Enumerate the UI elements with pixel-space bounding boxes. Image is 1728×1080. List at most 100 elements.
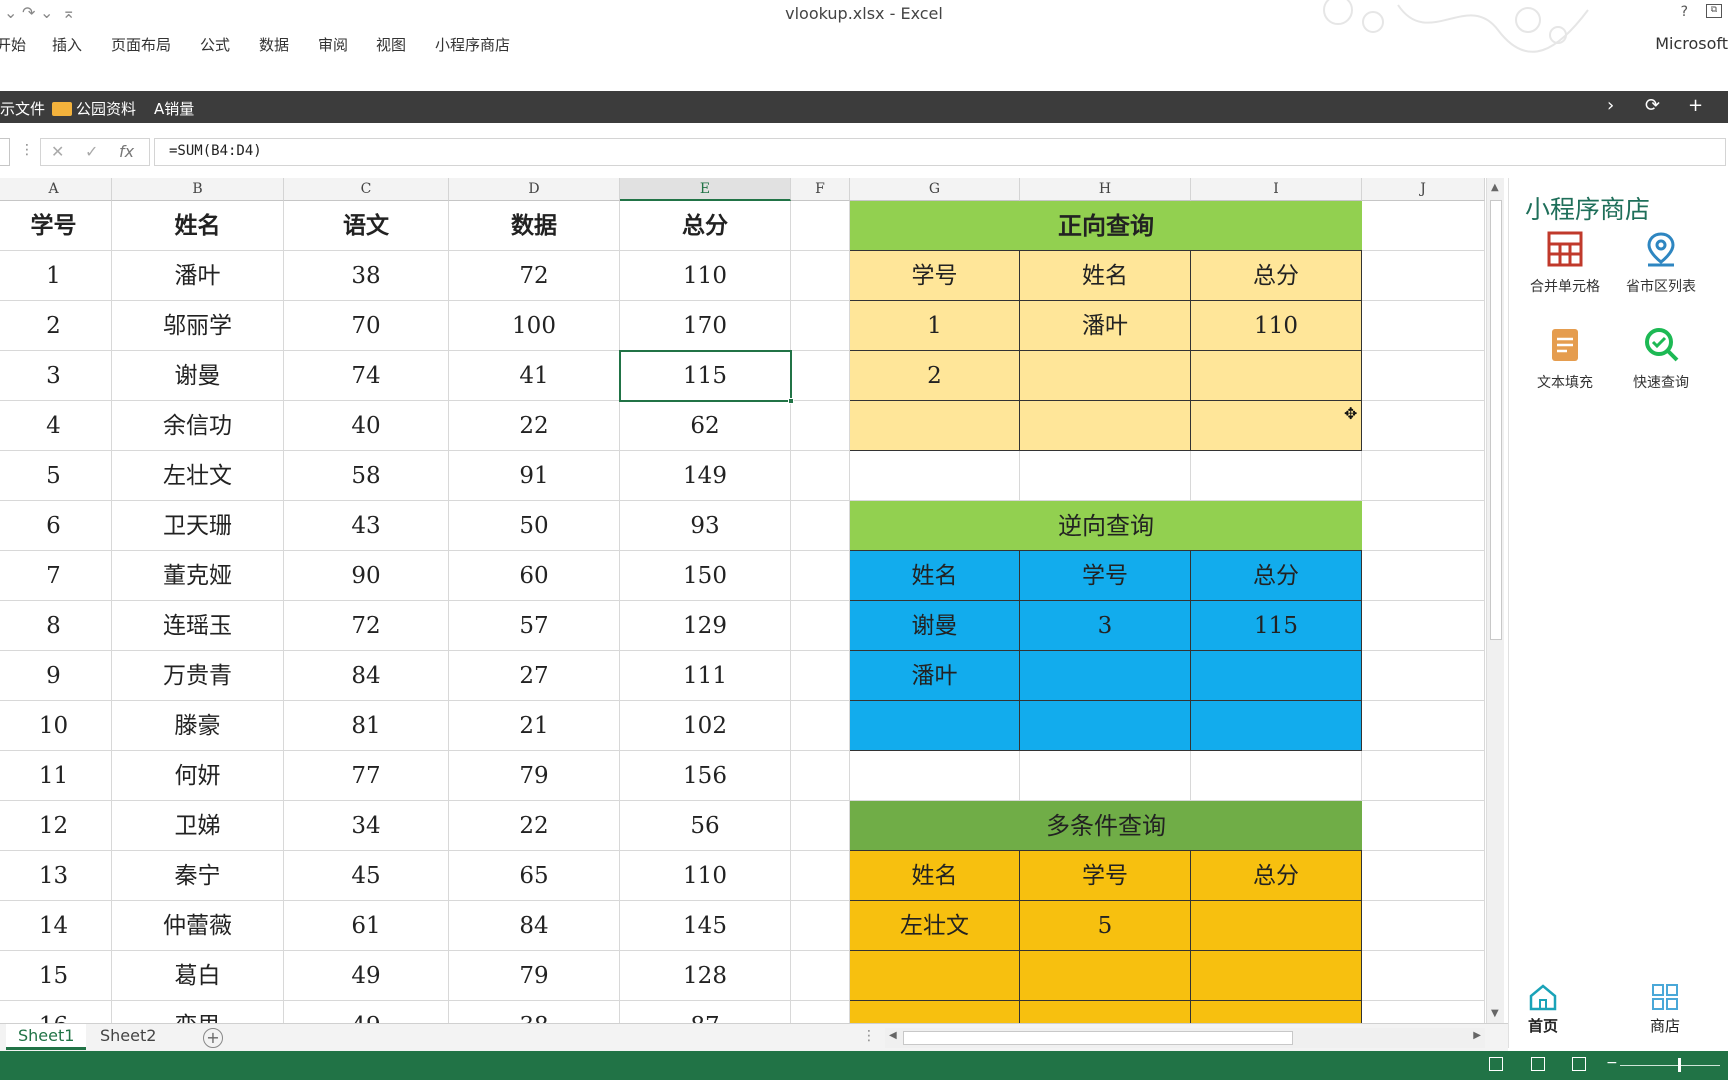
forward-query-cell[interactable]: 1	[850, 301, 1020, 351]
table-cell[interactable]: 谢曼	[112, 351, 284, 401]
table-cell[interactable]: 22	[449, 401, 620, 451]
table-cell[interactable]: 左壮文	[112, 451, 284, 501]
forward-query-header-cell[interactable]: 总分	[1191, 251, 1362, 301]
table-cell[interactable]: 84	[449, 901, 620, 951]
grid-cell[interactable]	[1362, 301, 1485, 351]
sheet-tab-2[interactable]: Sheet2	[88, 1024, 168, 1050]
table-cell[interactable]: 卫娣	[112, 801, 284, 851]
table-cell[interactable]: 102	[620, 701, 791, 751]
table-cell[interactable]: 72	[449, 251, 620, 301]
table-cell[interactable]: 40	[284, 401, 449, 451]
grid-cell[interactable]	[1362, 551, 1485, 601]
table-cell[interactable]: 150	[620, 551, 791, 601]
table-cell[interactable]: 49	[284, 1001, 449, 1023]
table-cell[interactable]: 38	[449, 1001, 620, 1023]
table-cell[interactable]: 5	[0, 451, 112, 501]
table-cell[interactable]: 万贵青	[112, 651, 284, 701]
tab-review[interactable]: 审阅	[318, 34, 348, 55]
grid-cell[interactable]	[1362, 901, 1485, 951]
table-cell[interactable]: 70	[284, 301, 449, 351]
tab-page-layout[interactable]: 页面布局	[111, 34, 171, 55]
doc-tab-folder[interactable]: 公园资料	[52, 98, 136, 119]
forward-query-cell[interactable]: 2	[850, 351, 1020, 401]
table-cell[interactable]: 60	[449, 551, 620, 601]
horizontal-scroll-thumb[interactable]	[903, 1031, 1293, 1045]
table-cell[interactable]: 栾思	[112, 1001, 284, 1023]
forward-query-cell[interactable]	[1020, 351, 1191, 401]
column-header-b[interactable]: B	[112, 178, 284, 201]
table-cell[interactable]: 13	[0, 851, 112, 901]
reverse-query-cell[interactable]	[1191, 651, 1362, 701]
table-cell[interactable]: 4	[0, 401, 112, 451]
grid-cell[interactable]	[791, 651, 850, 701]
grid-cell[interactable]	[791, 551, 850, 601]
grid-cell[interactable]	[791, 601, 850, 651]
column-header-e[interactable]: E	[620, 178, 791, 201]
zoom-out-icon[interactable]: −	[1606, 1055, 1618, 1071]
grid-cell[interactable]	[1362, 451, 1485, 501]
zoom-slider-knob[interactable]	[1678, 1058, 1681, 1072]
table-header-cell[interactable]: 姓名	[112, 201, 284, 251]
nav-home[interactable]: 首页	[1513, 983, 1573, 1036]
grid-cell[interactable]	[1362, 851, 1485, 901]
table-cell[interactable]: 61	[284, 901, 449, 951]
forward-query-header-cell[interactable]: 姓名	[1020, 251, 1191, 301]
table-cell[interactable]: 何妍	[112, 751, 284, 801]
tab-home[interactable]: 开始	[0, 34, 26, 55]
tab-data[interactable]: 数据	[259, 34, 289, 55]
forward-query-cell[interactable]: 110	[1191, 301, 1362, 351]
table-cell[interactable]: 87	[620, 1001, 791, 1023]
horizontal-scrollbar[interactable]: ◀ ▶	[885, 1028, 1485, 1048]
table-cell[interactable]: 58	[284, 451, 449, 501]
table-cell[interactable]: 葛白	[112, 951, 284, 1001]
reverse-query-cell[interactable]	[1020, 701, 1191, 751]
multi-query-cell[interactable]: 5	[1020, 901, 1191, 951]
table-cell[interactable]: 41	[449, 351, 620, 401]
grid-cell[interactable]	[791, 701, 850, 751]
grid-cell[interactable]	[791, 951, 850, 1001]
table-header-cell[interactable]: 语文	[284, 201, 449, 251]
grid-cell[interactable]	[791, 801, 850, 851]
reverse-query-cell[interactable]	[1191, 701, 1362, 751]
table-cell[interactable]: 董克娅	[112, 551, 284, 601]
table-cell[interactable]: 6	[0, 501, 112, 551]
table-cell[interactable]: 12	[0, 801, 112, 851]
forward-query-cell[interactable]	[1020, 401, 1191, 451]
table-cell[interactable]: 邬丽学	[112, 301, 284, 351]
table-cell[interactable]: 34	[284, 801, 449, 851]
table-cell[interactable]: 84	[284, 651, 449, 701]
table-cell[interactable]: 8	[0, 601, 112, 651]
grid-cell[interactable]	[791, 851, 850, 901]
table-cell[interactable]: 110	[620, 251, 791, 301]
table-cell[interactable]: 129	[620, 601, 791, 651]
forward-query-cell[interactable]: 潘叶	[1020, 301, 1191, 351]
table-cell[interactable]: 100	[449, 301, 620, 351]
normal-view-icon[interactable]	[1489, 1057, 1503, 1071]
table-cell[interactable]: 72	[284, 601, 449, 651]
forward-query-cell[interactable]	[1191, 401, 1362, 451]
multi-query-cell[interactable]	[850, 1001, 1020, 1023]
grid-cell[interactable]	[791, 251, 850, 301]
table-cell[interactable]: 115	[620, 351, 791, 401]
table-cell[interactable]: 93	[620, 501, 791, 551]
table-cell[interactable]: 38	[284, 251, 449, 301]
table-cell[interactable]: 1	[0, 251, 112, 301]
multi-query-cell[interactable]	[1020, 1001, 1191, 1023]
table-cell[interactable]: 74	[284, 351, 449, 401]
table-header-cell[interactable]: 总分	[620, 201, 791, 251]
reverse-query-cell[interactable]: 3	[1020, 601, 1191, 651]
grid-cell[interactable]	[1362, 1001, 1485, 1023]
column-header-j[interactable]: J	[1362, 178, 1485, 201]
name-box[interactable]	[0, 138, 10, 166]
table-cell[interactable]: 91	[449, 451, 620, 501]
forward-query-header-cell[interactable]: 学号	[850, 251, 1020, 301]
multi-query-cell[interactable]	[850, 951, 1020, 1001]
table-cell[interactable]: 62	[620, 401, 791, 451]
table-cell[interactable]: 57	[449, 601, 620, 651]
table-cell[interactable]: 56	[620, 801, 791, 851]
reverse-query-header-cell[interactable]: 学号	[1020, 551, 1191, 601]
table-cell[interactable]: 卫天珊	[112, 501, 284, 551]
table-cell[interactable]: 连瑶玉	[112, 601, 284, 651]
table-cell[interactable]: 秦宁	[112, 851, 284, 901]
tool-region-list[interactable]: 省市区列表	[1611, 230, 1711, 296]
